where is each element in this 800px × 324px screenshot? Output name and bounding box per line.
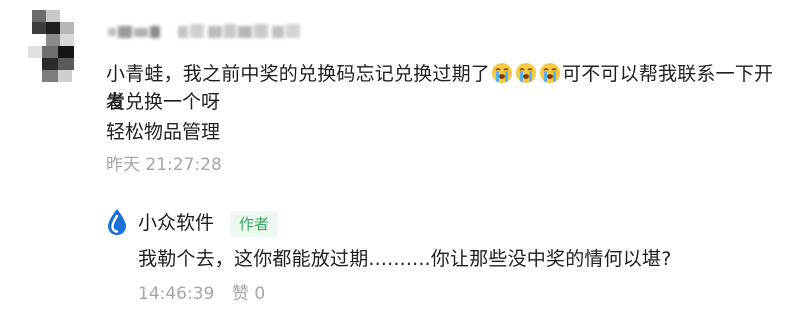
crying-face-icon: [491, 62, 513, 84]
like-count: 0: [254, 284, 266, 304]
comment-timestamp: 昨天 21:27:28: [106, 155, 222, 175]
crying-face-icon: [539, 62, 561, 84]
author-badge: 作者: [230, 211, 279, 237]
censored-username: [106, 20, 306, 44]
like-label: 赞: [232, 284, 249, 304]
reply-author-name[interactable]: 小众软件: [138, 209, 214, 237]
crying-face-icon: [515, 62, 537, 84]
reply-timestamp: 14:46:39: [138, 284, 215, 304]
comment-text-line3: 轻松物品管理: [106, 121, 221, 143]
reply-text: 我勒个去，这你都能放过期..........你让那些没中奖的情何以堪?: [138, 248, 672, 270]
drop-logo-icon: [106, 208, 128, 236]
comment-text-before-emoji: 小青蛙，我之前中奖的兑换码忘记兑换过期了: [106, 63, 491, 85]
like-button[interactable]: 赞 0: [232, 281, 265, 307]
comment-card: 小青蛙，我之前中奖的兑换码忘记兑换过期了 可不可以帮我联系一下开发 者兑换一个呀 …: [0, 0, 800, 324]
comment-text-line2: 者兑换一个呀: [106, 91, 221, 113]
avatar[interactable]: [28, 10, 84, 84]
pixelated-avatar-icon: [28, 10, 74, 82]
